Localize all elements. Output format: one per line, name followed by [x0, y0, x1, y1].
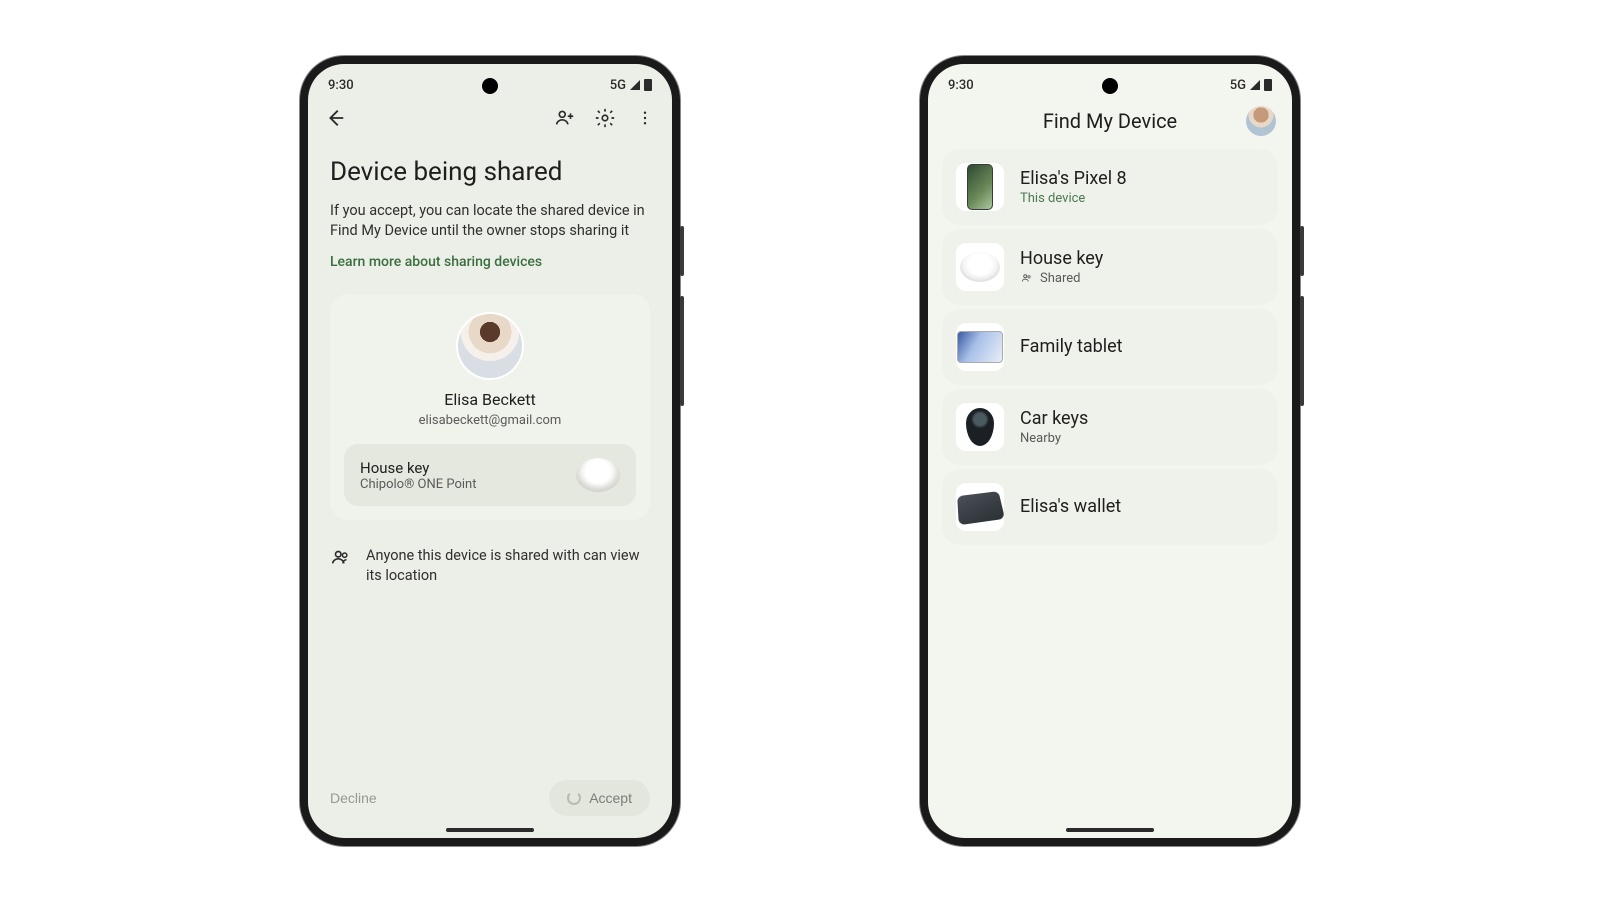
add-person-button[interactable]: [554, 107, 576, 129]
device-row-tablet[interactable]: Family tablet: [942, 309, 1278, 385]
device-thumb: [956, 403, 1004, 451]
page-title: Device being shared: [330, 157, 650, 187]
nav-bar[interactable]: [1066, 828, 1154, 832]
app-title: Find My Device: [1043, 109, 1177, 133]
device-thumb: [956, 323, 1004, 371]
shared-device-image: [576, 458, 620, 492]
device-sublabel: This device: [1020, 191, 1127, 206]
accept-button[interactable]: Accept: [549, 780, 650, 816]
device-row-wallet[interactable]: Elisa's wallet: [942, 469, 1278, 545]
shared-device-chip: House key Chipolo® ONE Point: [344, 444, 636, 506]
share-info-text: Anyone this device is shared with can vi…: [366, 546, 650, 587]
status-time: 9:30: [948, 78, 974, 93]
device-thumb: [956, 243, 1004, 291]
status-time: 9:30: [328, 78, 354, 93]
sharer-card: Elisa Beckett elisabeckett@gmail.com Hou…: [330, 294, 650, 520]
device-thumb: [956, 483, 1004, 531]
phone-right: 9:30 5G Find My Device Elisa's Pixel 8 T…: [920, 56, 1300, 846]
device-sublabel: Nearby: [1020, 431, 1088, 446]
shared-device-name: House key: [360, 459, 476, 477]
status-network: 5G: [610, 78, 626, 93]
share-info-row: Anyone this device is shared with can vi…: [330, 546, 650, 587]
volume-button: [680, 296, 684, 406]
battery-icon: [644, 79, 652, 91]
signal-icon: [1250, 80, 1260, 90]
power-button: [680, 226, 684, 276]
sharer-avatar: [458, 314, 522, 378]
sharer-email: elisabeckett@gmail.com: [344, 413, 636, 428]
settings-button[interactable]: [594, 107, 616, 129]
person-add-icon: [554, 107, 576, 129]
device-thumb: [956, 163, 1004, 211]
nav-bar[interactable]: [446, 828, 534, 832]
account-avatar[interactable]: [1246, 106, 1276, 136]
group-icon: [330, 546, 352, 568]
power-button: [1300, 226, 1304, 276]
sharer-name: Elisa Beckett: [344, 390, 636, 409]
device-list: Elisa's Pixel 8 This device House key Sh…: [928, 145, 1292, 549]
loading-spinner-icon: [567, 791, 581, 805]
group-icon: [1020, 271, 1034, 285]
more-vert-icon: [636, 107, 654, 129]
learn-more-link[interactable]: Learn more about sharing devices: [330, 254, 542, 270]
device-name: House key: [1020, 248, 1103, 269]
page-description: If you accept, you can locate the shared…: [330, 201, 650, 242]
arrow-back-icon: [324, 107, 346, 129]
device-name: Family tablet: [1020, 336, 1123, 357]
shared-device-model: Chipolo® ONE Point: [360, 477, 476, 492]
camera-cutout: [1102, 78, 1118, 94]
device-row-housekey[interactable]: House key Shared: [942, 229, 1278, 305]
phone-left: 9:30 5G: [300, 56, 680, 846]
device-row-pixel[interactable]: Elisa's Pixel 8 This device: [942, 149, 1278, 225]
camera-cutout: [482, 78, 498, 94]
gear-icon: [594, 107, 616, 129]
accept-label: Accept: [589, 790, 632, 806]
overflow-button[interactable]: [634, 107, 656, 129]
device-row-carkeys[interactable]: Car keys Nearby: [942, 389, 1278, 465]
volume-button: [1300, 296, 1304, 406]
signal-icon: [630, 80, 640, 90]
app-bar: [308, 99, 672, 137]
device-name: Car keys: [1020, 408, 1088, 429]
battery-icon: [1264, 79, 1272, 91]
device-name: Elisa's wallet: [1020, 496, 1121, 517]
status-network: 5G: [1230, 78, 1246, 93]
device-name: Elisa's Pixel 8: [1020, 168, 1127, 189]
device-sublabel: Shared: [1020, 271, 1103, 286]
app-header: Find My Device: [928, 99, 1292, 145]
back-button[interactable]: [324, 107, 346, 129]
decline-button[interactable]: Decline: [330, 790, 377, 806]
